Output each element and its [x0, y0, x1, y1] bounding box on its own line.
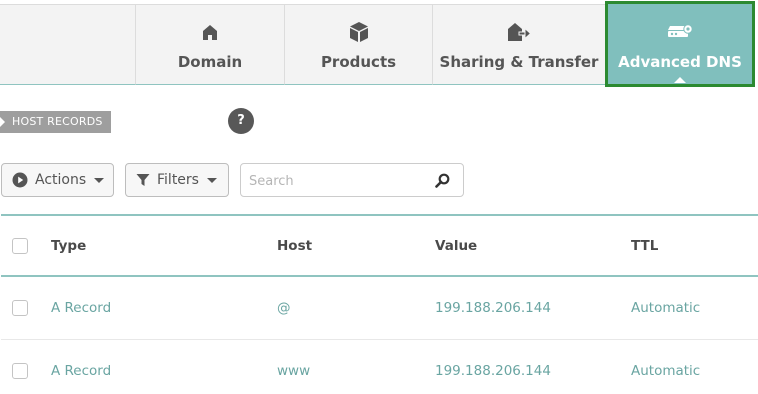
tab-sharing-transfer-label: Sharing & Transfer: [439, 53, 599, 71]
search-box: [240, 163, 464, 197]
table-header-row: Type Host Value TTL: [1, 214, 758, 277]
column-header-value[interactable]: Value: [435, 216, 477, 275]
host-records-table: Type Host Value TTL A Record @ 199.188.2…: [1, 214, 758, 394]
tab-bar-spacer: [0, 4, 135, 85]
column-header-ttl[interactable]: TTL: [631, 216, 658, 275]
record-type[interactable]: A Record: [51, 340, 111, 394]
record-value[interactable]: 199.188.206.144: [435, 340, 551, 394]
tab-domain-label: Domain: [177, 53, 243, 71]
column-header-type[interactable]: Type: [51, 216, 86, 275]
server-settings-icon: [608, 21, 752, 43]
tab-products-label: Products: [320, 53, 397, 71]
active-tab-caret: [674, 77, 686, 83]
house-transfer-icon: [433, 21, 605, 43]
record-host[interactable]: @: [277, 277, 291, 339]
select-all-checkbox[interactable]: [12, 237, 28, 254]
search-icon[interactable]: [435, 173, 450, 192]
record-ttl[interactable]: Automatic: [631, 277, 700, 339]
host-records-badge: HOST RECORDS: [0, 111, 111, 133]
tab-advanced-dns-label: Advanced DNS: [618, 53, 742, 71]
table-row[interactable]: A Record @ 199.188.206.144 Automatic: [1, 277, 758, 340]
table-row[interactable]: A Record www 199.188.206.144 Automatic: [1, 340, 758, 394]
filters-dropdown-button[interactable]: Filters: [125, 163, 229, 197]
record-ttl[interactable]: Automatic: [631, 340, 700, 394]
tab-domain[interactable]: Domain: [135, 4, 284, 85]
actions-label: Actions: [35, 172, 87, 188]
box-icon: [285, 21, 432, 43]
record-value[interactable]: 199.188.206.144: [435, 277, 551, 339]
help-button[interactable]: ?: [228, 108, 254, 134]
tab-products[interactable]: Products: [284, 4, 432, 85]
row-select-cell: [12, 340, 28, 394]
chevron-down-icon: [206, 177, 217, 183]
chevron-down-icon: [94, 177, 105, 183]
column-header-host[interactable]: Host: [277, 216, 312, 275]
row-checkbox[interactable]: [12, 363, 28, 379]
search-input[interactable]: [249, 171, 429, 191]
select-all-cell: [12, 216, 28, 275]
house-icon: [136, 21, 284, 43]
actions-dropdown-button[interactable]: Actions: [1, 163, 114, 197]
filters-label: Filters: [157, 172, 199, 188]
row-select-cell: [12, 277, 28, 339]
record-type[interactable]: A Record: [51, 277, 111, 339]
tab-advanced-dns[interactable]: Advanced DNS: [605, 1, 755, 87]
funnel-icon: [136, 173, 150, 187]
play-circle-icon: [12, 172, 28, 188]
tab-bar: Domain Products Sharing & Transfer Advan…: [0, 0, 758, 87]
row-checkbox[interactable]: [12, 300, 28, 316]
tab-sharing-transfer[interactable]: Sharing & Transfer: [432, 4, 605, 85]
record-host[interactable]: www: [277, 340, 310, 394]
